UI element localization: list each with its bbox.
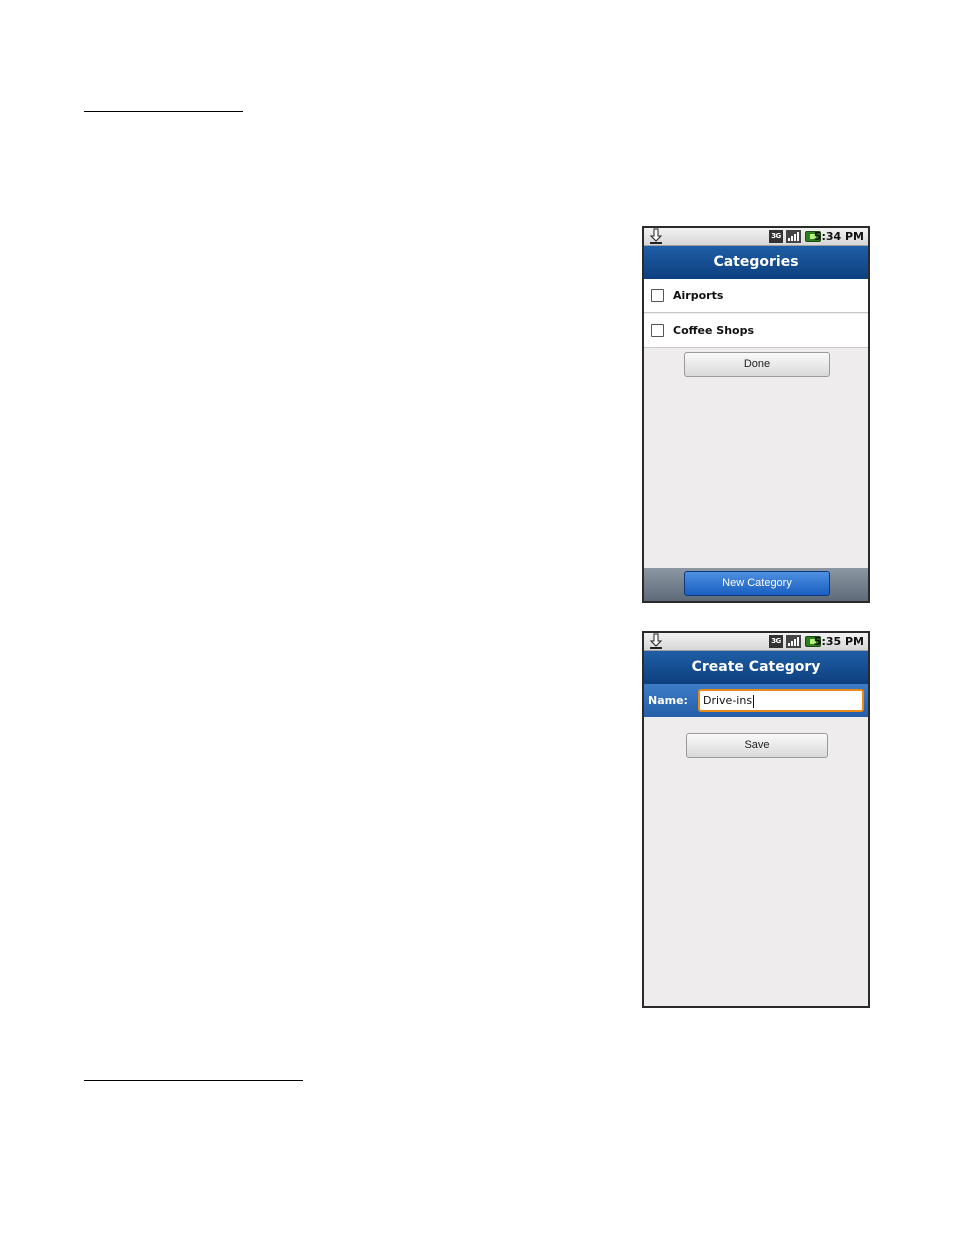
categories-screen: 3G 5:34 PM Categories Airports Coffee Sh… bbox=[642, 226, 870, 603]
new-category-button[interactable]: New Category bbox=[684, 571, 830, 596]
status-bar: 3G 5:34 PM bbox=[644, 228, 868, 246]
3g-icon: 3G bbox=[769, 635, 783, 648]
bottom-action-bar: New Category bbox=[644, 568, 868, 601]
signal-icon bbox=[786, 230, 801, 243]
screen-title: Categories bbox=[644, 246, 868, 279]
create-category-screen: 3G 5:35 PM Create Category Name: Drive-i… bbox=[642, 631, 870, 1008]
checkbox[interactable] bbox=[651, 324, 664, 337]
text-cursor bbox=[753, 694, 755, 708]
document-underline-top bbox=[84, 111, 243, 112]
status-bar: 3G 5:35 PM bbox=[644, 633, 868, 651]
download-icon bbox=[649, 228, 663, 244]
signal-icon bbox=[786, 635, 801, 648]
save-button[interactable]: Save bbox=[686, 733, 828, 758]
status-time: 5:34 PM bbox=[813, 230, 864, 243]
done-button[interactable]: Done bbox=[684, 352, 830, 377]
status-time: 5:35 PM bbox=[813, 635, 864, 648]
name-label: Name: bbox=[648, 694, 688, 707]
name-row: Name: Drive-ins bbox=[644, 684, 868, 717]
category-name-value: Drive-ins bbox=[703, 694, 753, 707]
category-label: Airports bbox=[673, 289, 724, 302]
category-name-input[interactable]: Drive-ins bbox=[698, 689, 864, 712]
category-label: Coffee Shops bbox=[673, 324, 755, 337]
category-row-airports[interactable]: Airports bbox=[644, 279, 868, 313]
screen-title: Create Category bbox=[644, 651, 868, 684]
document-underline-bottom bbox=[84, 1080, 303, 1081]
download-icon bbox=[649, 633, 663, 649]
3g-icon: 3G bbox=[769, 230, 783, 243]
checkbox[interactable] bbox=[651, 289, 664, 302]
category-row-coffee-shops[interactable]: Coffee Shops bbox=[644, 314, 868, 348]
